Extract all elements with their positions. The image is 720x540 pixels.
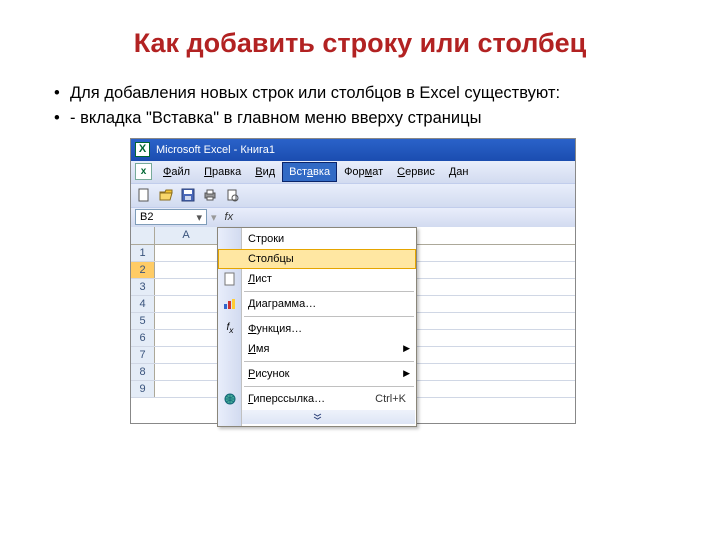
open-icon[interactable] (157, 186, 175, 204)
menu-separator (244, 386, 414, 387)
col-A[interactable]: A (155, 227, 218, 244)
row-1[interactable]: 1 (131, 245, 155, 261)
bullet-2: • - вкладка "Вставка" в главном меню вве… (54, 108, 690, 129)
cell[interactable] (155, 381, 218, 397)
cell[interactable] (155, 262, 218, 278)
menu-data[interactable]: Дан (442, 162, 476, 182)
menu-rows[interactable]: Строки (218, 229, 416, 249)
row-3[interactable]: 3 (131, 279, 155, 295)
menu-sheet[interactable]: Лист (218, 269, 416, 289)
menu-hyperlink[interactable]: Гиперссылка… Ctrl+K (218, 389, 416, 409)
cell[interactable] (155, 330, 218, 346)
cell[interactable] (155, 245, 218, 261)
row-9[interactable]: 9 (131, 381, 155, 397)
menu-name[interactable]: Имя ▶ (218, 339, 416, 359)
bullet-dot: • (54, 108, 70, 129)
menu-file[interactable]: Файл (156, 162, 197, 182)
menu-format[interactable]: Формат (337, 162, 390, 182)
chart-icon (221, 296, 239, 312)
menu-expand[interactable] (219, 410, 415, 424)
cell[interactable] (155, 364, 218, 380)
fx-label[interactable]: fx (225, 211, 234, 223)
menu-view[interactable]: Вид (248, 162, 282, 182)
menu-separator (244, 316, 414, 317)
doc-icon: x (135, 163, 152, 180)
submenu-arrow-icon: ▶ (403, 343, 410, 354)
select-all-corner[interactable] (131, 227, 155, 244)
submenu-arrow-icon: ▶ (403, 368, 410, 379)
insert-menu-dropdown: Строки Столбцы Лист Диаграмма… fx Функци… (217, 227, 417, 427)
cell[interactable] (155, 279, 218, 295)
bullet-dot: • (54, 83, 70, 104)
excel-app-icon: X (135, 142, 150, 157)
sheet-icon (221, 271, 239, 287)
print-icon[interactable] (201, 186, 219, 204)
row-2[interactable]: 2 (131, 262, 155, 278)
shortcut-label: Ctrl+K (375, 393, 406, 405)
function-icon: fx (221, 321, 239, 337)
row-6[interactable]: 6 (131, 330, 155, 346)
cell[interactable] (155, 347, 218, 363)
toolbar (131, 183, 575, 207)
row-7[interactable]: 7 (131, 347, 155, 363)
menu-columns[interactable]: Столбцы (218, 249, 416, 269)
row-4[interactable]: 4 (131, 296, 155, 312)
menu-tools[interactable]: Сервис (390, 162, 442, 182)
menu-function[interactable]: fx Функция… (218, 319, 416, 339)
body-content: • Для добавления новых строк или столбцо… (0, 67, 720, 130)
cell[interactable] (155, 313, 218, 329)
menu-separator (244, 361, 414, 362)
titlebar-text: Microsoft Excel - Книга1 (156, 144, 275, 156)
chevrons-down-icon (313, 413, 322, 420)
menubar: x Файл Правка Вид Вставка Формат Сервис … (131, 161, 575, 183)
save-icon[interactable] (179, 186, 197, 204)
preview-icon[interactable] (223, 186, 241, 204)
row-8[interactable]: 8 (131, 364, 155, 380)
menu-separator (244, 291, 414, 292)
excel-window: X Microsoft Excel - Книга1 x Файл Правка… (130, 138, 576, 424)
formula-bar: B2▾ ▾ fx (131, 207, 575, 227)
bullet-text-2: - вкладка "Вставка" в главном меню вверх… (70, 108, 690, 129)
hyperlink-icon (221, 391, 239, 407)
bullet-text-1: Для добавления новых строк или столбцов … (70, 83, 690, 104)
menu-chart[interactable]: Диаграмма… (218, 294, 416, 314)
titlebar: X Microsoft Excel - Книга1 (131, 139, 575, 161)
new-icon[interactable] (135, 186, 153, 204)
cell[interactable] (155, 296, 218, 312)
bullet-1: • Для добавления новых строк или столбцо… (54, 83, 690, 104)
menu-edit[interactable]: Правка (197, 162, 248, 182)
slide-title: Как добавить строку или столбец (0, 0, 720, 67)
grid: A B 1 2 3 4 5 6 7 8 9 Строки Столбцы Лис… (131, 227, 575, 423)
name-box[interactable]: B2▾ (135, 209, 207, 225)
menu-insert[interactable]: Вставка (282, 162, 337, 182)
menu-picture[interactable]: Рисунок ▶ (218, 364, 416, 384)
row-5[interactable]: 5 (131, 313, 155, 329)
